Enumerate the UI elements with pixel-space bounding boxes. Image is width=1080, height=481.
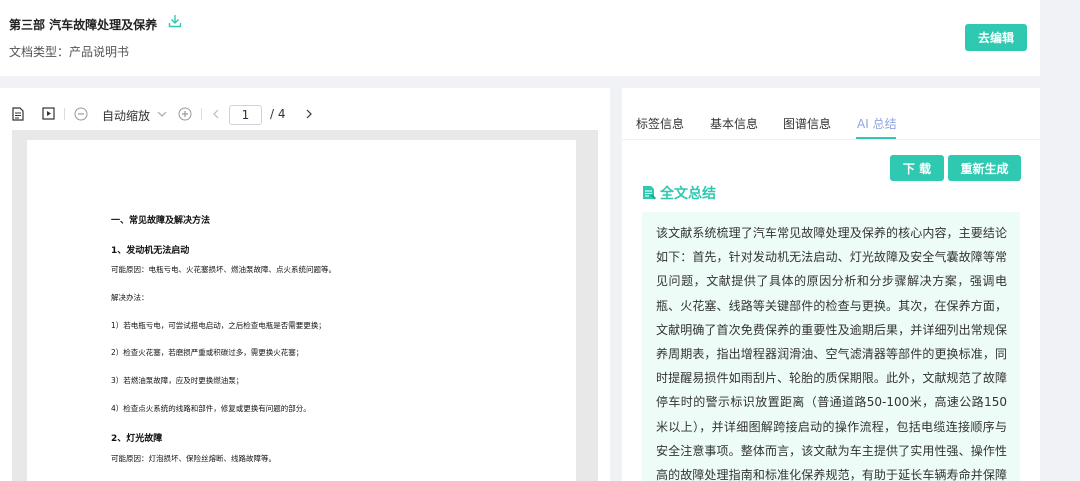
viewer-toolbar: 自动缩放 1 / 4 <box>0 88 610 128</box>
document-text: 可能原因：电瓶亏电、火花塞损坏、燃油泵故障、点火系统问题等。 <box>111 265 336 274</box>
document-subheading: 2、灯光故障 <box>111 434 163 444</box>
document-text: 4）检查点火系统的线路和部件，修复或更换有问题的部分。 <box>111 404 311 413</box>
edit-button[interactable]: 去编辑 <box>965 24 1027 51</box>
tab-basic-info[interactable]: 基本信息 <box>710 115 758 132</box>
document-viewer: 自动缩放 1 / 4 一、常见故障及解决方法 1、发动机无法启动 可能原因：电瓶… <box>0 88 610 481</box>
document-text: 解决办法： <box>111 293 149 302</box>
document-header: 第三部 汽车故障处理及保养 文档类型：产品说明书 去编辑 <box>0 0 1040 76</box>
document-icon[interactable] <box>12 107 24 121</box>
summary-document-icon <box>643 186 656 200</box>
tab-ai-summary[interactable]: AI 总结 <box>857 115 897 132</box>
zoom-in-icon[interactable] <box>178 107 192 121</box>
document-text: 3）若燃油泵故障，应及时更换燃油泵； <box>111 376 244 385</box>
toolbar-divider <box>201 108 202 120</box>
document-text: 1）若电瓶亏电，可尝试搭电启动，之后检查电瓶是否需要更换； <box>111 321 326 330</box>
zoom-out-icon[interactable] <box>74 107 88 121</box>
document-type: 文档类型：产品说明书 <box>9 45 130 59</box>
tab-divider <box>622 139 1040 140</box>
total-pages: / 4 <box>270 107 286 121</box>
download-button[interactable]: 下 载 <box>890 155 944 181</box>
next-page-icon[interactable] <box>306 109 313 119</box>
tab-graph-info[interactable]: 图谱信息 <box>783 115 831 132</box>
info-panel: 标签信息 基本信息 图谱信息 AI 总结 下 载 重新生成 全文总结 该文献系统… <box>622 88 1040 481</box>
page-number-input[interactable]: 1 <box>229 105 262 125</box>
toolbar-divider <box>64 108 65 120</box>
document-title: 第三部 汽车故障处理及保养 <box>9 18 158 32</box>
document-subheading: 1、发动机无法启动 <box>111 246 190 256</box>
document-page: 一、常见故障及解决方法 1、发动机无法启动 可能原因：电瓶亏电、火花塞损坏、燃油… <box>27 140 576 481</box>
document-heading: 一、常见故障及解决方法 <box>111 216 211 226</box>
download-icon[interactable] <box>168 14 182 28</box>
presentation-icon[interactable] <box>42 107 55 120</box>
summary-title: 全文总结 <box>660 186 716 202</box>
zoom-select[interactable]: 自动缩放 <box>102 107 150 124</box>
regenerate-button[interactable]: 重新生成 <box>948 155 1021 181</box>
summary-text: 该文献系统梳理了汽车常见故障处理及保养的核心内容，主要结论如下：首先，针对发动机… <box>642 212 1020 481</box>
previous-page-icon[interactable] <box>212 109 219 119</box>
tab-tag-info[interactable]: 标签信息 <box>636 115 684 132</box>
document-text: 2）检查火花塞，若磨损严重或积碳过多，需更换火花塞； <box>111 348 304 357</box>
document-text: 可能原因：灯泡损坏、保险丝熔断、线路故障等。 <box>111 454 276 463</box>
chevron-down-icon[interactable] <box>157 110 167 118</box>
